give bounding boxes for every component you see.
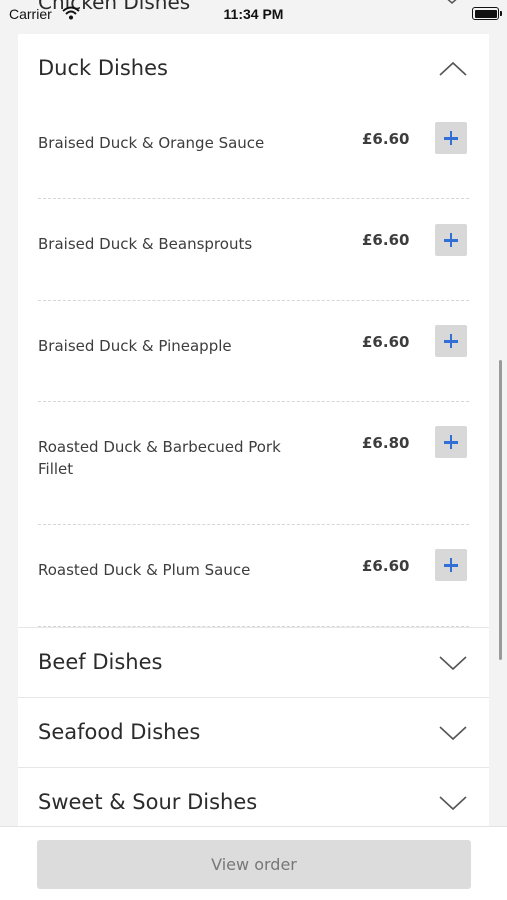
item-divider [38, 401, 469, 402]
section-title: Sweet & Sour Dishes [38, 790, 258, 814]
section-seafood-dishes[interactable]: Seafood Dishes [18, 698, 489, 768]
add-item-button[interactable] [435, 549, 467, 581]
chevron-down-icon [439, 656, 467, 671]
item-divider [38, 524, 469, 525]
section-duck-dishes: Duck Dishes Braised Duck & Orange Sauce … [18, 34, 489, 628]
status-bar: Carrier 11:34 PM [0, 0, 507, 28]
item-name: Braised Duck & Orange Sauce [38, 134, 265, 152]
add-item-button[interactable] [435, 224, 467, 256]
item-name: Braised Duck & Beansprouts [38, 235, 253, 253]
item-name: Braised Duck & Pineapple [38, 337, 232, 355]
item-divider [38, 626, 469, 627]
menu-item: Braised Duck & Beansprouts £6.60 [18, 208, 489, 300]
item-price: £6.60 [362, 333, 410, 351]
view-order-button[interactable]: View order [37, 840, 471, 889]
menu-item: Roasted Duck & Plum Sauce £6.60 [18, 534, 489, 626]
clock: 11:34 PM [223, 6, 284, 22]
section-header[interactable]: Duck Dishes [18, 34, 489, 104]
add-item-button[interactable] [435, 426, 467, 458]
chevron-up-icon[interactable] [438, 60, 468, 78]
item-name: Roasted Duck & Plum Sauce [38, 561, 251, 579]
menu-item: Braised Duck & Pineapple £6.60 [18, 310, 489, 402]
item-price: £6.60 [362, 557, 410, 575]
footer-bar: View order [0, 826, 507, 900]
item-name: Roasted Duck & Barbecued Pork Fillet [38, 438, 281, 478]
item-price: £6.60 [362, 130, 410, 148]
item-divider [38, 300, 469, 301]
chevron-down-icon [439, 726, 467, 741]
scrollbar[interactable] [499, 360, 502, 660]
section-title: Beef Dishes [38, 650, 163, 674]
chevron-down-icon [439, 796, 467, 811]
menu-item: Braised Duck & Orange Sauce £6.60 [18, 106, 489, 200]
section-title: Seafood Dishes [38, 720, 201, 744]
menu-item: Roasted Duck & Barbecued Pork Fillet £6.… [18, 411, 489, 523]
section-beef-dishes[interactable]: Beef Dishes [18, 628, 489, 698]
section-title: Duck Dishes [38, 56, 168, 80]
add-item-button[interactable] [435, 325, 467, 357]
item-price: £6.60 [362, 231, 410, 249]
add-item-button[interactable] [435, 122, 467, 154]
item-price: £6.80 [362, 434, 410, 452]
battery-icon [472, 7, 502, 20]
item-divider [38, 198, 469, 199]
